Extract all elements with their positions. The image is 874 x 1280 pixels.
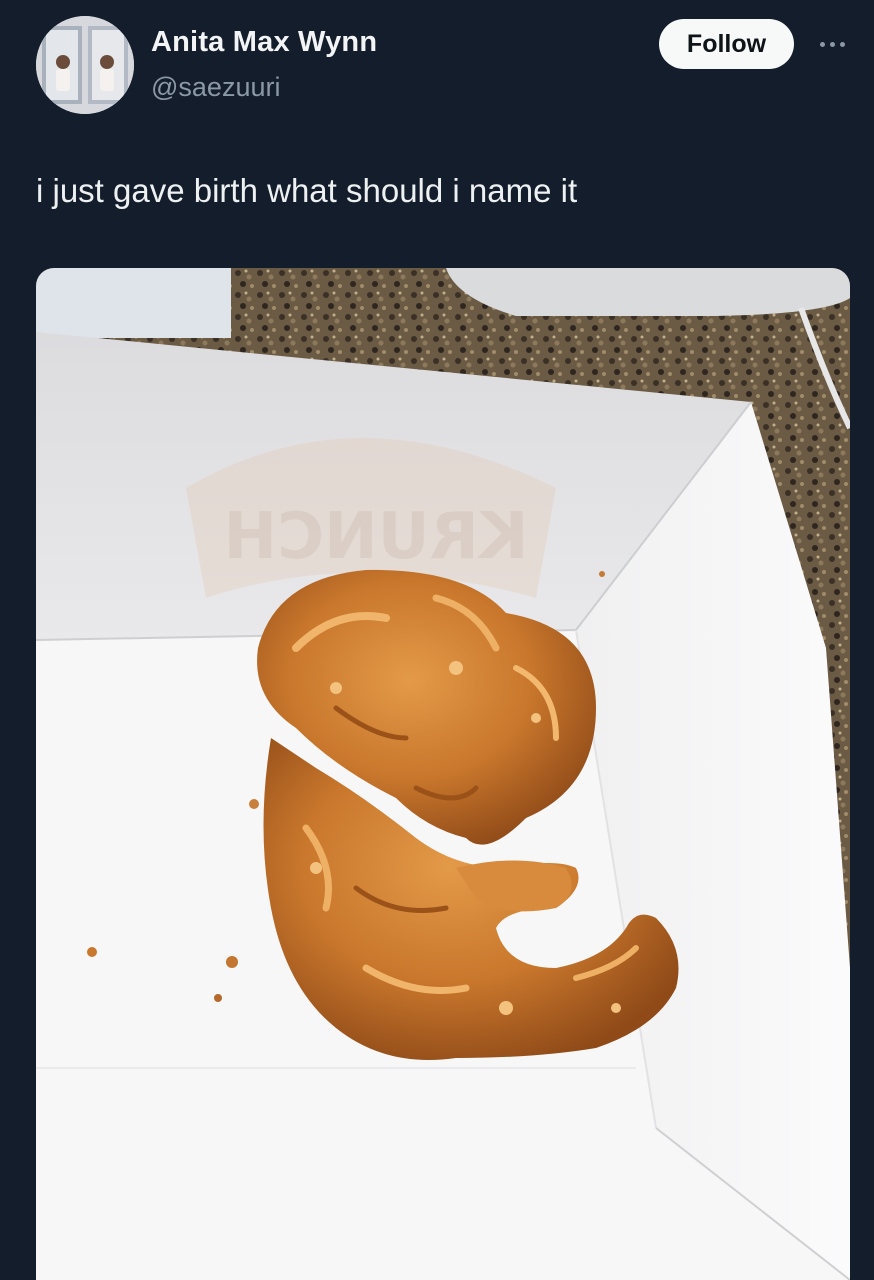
follow-button[interactable]: Follow [659, 19, 794, 69]
author-display-name[interactable]: Anita Max Wynn [151, 26, 377, 59]
tweet-text: i just gave birth what should i name it [36, 172, 578, 209]
photo-content: KRUNCH [36, 268, 850, 1280]
more-dot [839, 41, 845, 47]
avatar-image [36, 16, 134, 114]
tweet-photo[interactable]: KRUNCH [36, 268, 850, 1280]
avatar[interactable] [36, 16, 134, 114]
more-dot [819, 41, 825, 47]
author-handle[interactable]: @saezuuri [151, 72, 280, 103]
svg-text:KRUNCH: KRUNCH [224, 500, 529, 574]
tweet-card: Anita Max Wynn @saezuuri Follow i just g… [0, 0, 874, 1280]
more-dot [829, 41, 835, 47]
more-horizontal-icon[interactable] [812, 30, 852, 58]
